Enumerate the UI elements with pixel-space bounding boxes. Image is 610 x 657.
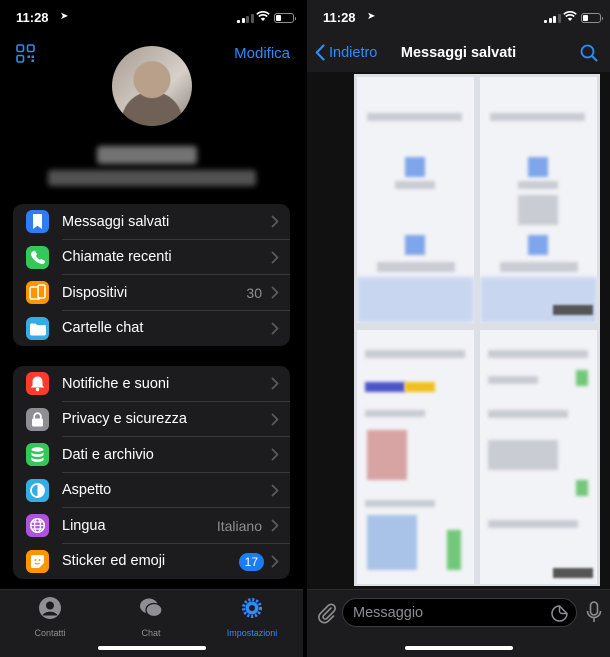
chevron-right-icon [271, 286, 279, 299]
wifi-icon [256, 11, 270, 21]
tab-label-contatti: Contatti [34, 628, 66, 638]
tab-chat[interactable]: Chat [111, 596, 191, 638]
settings-row-label: Sticker ed emoji [62, 553, 166, 570]
settings-row-label: Messaggi salvati [62, 213, 170, 230]
chevron-right-icon [271, 251, 279, 263]
status-bar: 11:28 ➤ [0, 0, 303, 36]
settings-row-label: Dati e archivio [62, 446, 154, 463]
settings-row-lingua[interactable]: Lingua Italiano [13, 508, 290, 544]
status-time: 11:28 [323, 10, 356, 25]
message-input[interactable]: Messaggio [342, 598, 577, 627]
settings-row-dispositivi[interactable]: Dispositivi 30 [13, 275, 290, 311]
search-icon[interactable] [580, 44, 598, 62]
chat-bubbles-icon [140, 598, 163, 618]
home-indicator [97, 646, 206, 650]
settings-row-label: Notifiche e suoni [62, 375, 170, 392]
edit-button[interactable]: Modifica [234, 45, 290, 62]
database-icon [26, 443, 49, 466]
screenshot-thumbnail [357, 330, 474, 584]
settings-row-label: Chiamate recenti [62, 249, 172, 266]
settings-row-dati-e-archivio[interactable]: Dati e archivio [13, 437, 290, 473]
chevron-right-icon [271, 484, 279, 496]
settings-row-value: Italiano [216, 517, 262, 534]
settings-row-messaggi-salvati[interactable]: Messaggi salvati [13, 204, 290, 240]
tab-contatti[interactable]: Contatti [10, 596, 90, 638]
settings-row-notifiche-e-suoni[interactable]: Notifiche e suoni [13, 366, 290, 402]
battery-icon [581, 13, 603, 23]
chevron-right-icon [271, 413, 279, 425]
settings-row-label: Aspetto [62, 482, 112, 499]
settings-row-label: Cartelle chat [62, 320, 144, 337]
message-input-placeholder: Messaggio [353, 605, 424, 621]
count-badge: 17 [238, 552, 264, 571]
settings-row-label: Privacy e sicurezza [62, 411, 187, 428]
settings-row-label: Dispositivi [62, 284, 128, 301]
qr-code-icon[interactable] [16, 44, 35, 63]
sticker-icon[interactable] [551, 605, 568, 622]
attachment-icon[interactable] [317, 602, 337, 624]
status-time: 11:28 [16, 10, 49, 25]
settings-row-label: Lingua [62, 517, 106, 534]
profile-avatar[interactable] [112, 46, 192, 126]
chevron-right-icon [271, 448, 279, 461]
lock-icon [26, 407, 49, 431]
settings-row-privacy-e-sicurezza[interactable]: Privacy e sicurezza [13, 402, 290, 437]
tab-bar: Contatti Chat Impostazioni [0, 589, 303, 657]
microphone-icon[interactable] [586, 601, 602, 624]
screenshot-thumbnail [480, 330, 597, 584]
signal-icon [237, 13, 254, 23]
settings-row-chiamate-recenti[interactable]: Chiamate recenti [13, 240, 290, 275]
battery-icon [274, 13, 296, 23]
settings-row-sticker-ed-emoji[interactable]: Sticker ed emoji 17 [13, 544, 290, 580]
gear-icon [242, 598, 262, 618]
location-arrow-icon: ➤ [367, 11, 376, 22]
image-message[interactable] [354, 74, 600, 586]
bell-icon [26, 372, 49, 395]
sticker-icon [26, 549, 49, 573]
home-indicator [404, 646, 513, 650]
settings-group-preferences: Notifiche e suoni Privacy e sicurezza Dati… [13, 366, 290, 579]
chat-header: 11:28 ➤ Indietro Messaggi salvati [307, 0, 610, 72]
message-composer: Messaggio [307, 589, 610, 657]
devices-icon [26, 281, 49, 304]
settings-row-cartelle-chat[interactable]: Cartelle chat [13, 311, 290, 347]
chat-title: Messaggi salvati [400, 45, 517, 61]
chevron-right-icon [271, 322, 279, 334]
status-bar: 11:28 ➤ [307, 0, 610, 36]
bookmark-icon [26, 210, 49, 233]
chevron-right-icon [271, 555, 279, 567]
wifi-icon [563, 11, 577, 21]
tab-label-impostazioni: Impostazioni [226, 628, 278, 638]
person-icon [39, 597, 61, 619]
settings-group-main: Messaggi salvati Chiamate recenti Disposit… [13, 204, 290, 346]
phone-icon [26, 245, 49, 269]
chevron-right-icon [271, 377, 279, 390]
location-arrow-icon: ➤ [60, 11, 69, 22]
chevron-right-icon [271, 519, 279, 532]
folder-icon [26, 316, 49, 340]
appearance-icon [26, 478, 49, 502]
screenshot-thumbnail [480, 77, 597, 323]
settings-screen: 11:28 ➤ Modifica Messaggi salvati Chiamat… [0, 0, 303, 657]
chevron-right-icon [271, 215, 279, 228]
screenshot-thumbnail [357, 77, 474, 323]
settings-row-aspetto[interactable]: Aspetto [13, 473, 290, 508]
tab-label-chat: Chat [141, 628, 161, 638]
tab-impostazioni[interactable]: Impostazioni [212, 596, 292, 638]
globe-icon [26, 514, 49, 537]
signal-icon [544, 13, 561, 23]
saved-messages-screen: 11:28 ➤ Indietro Messaggi salvati Messag… [307, 0, 610, 657]
settings-row-value: 30 [246, 284, 262, 301]
